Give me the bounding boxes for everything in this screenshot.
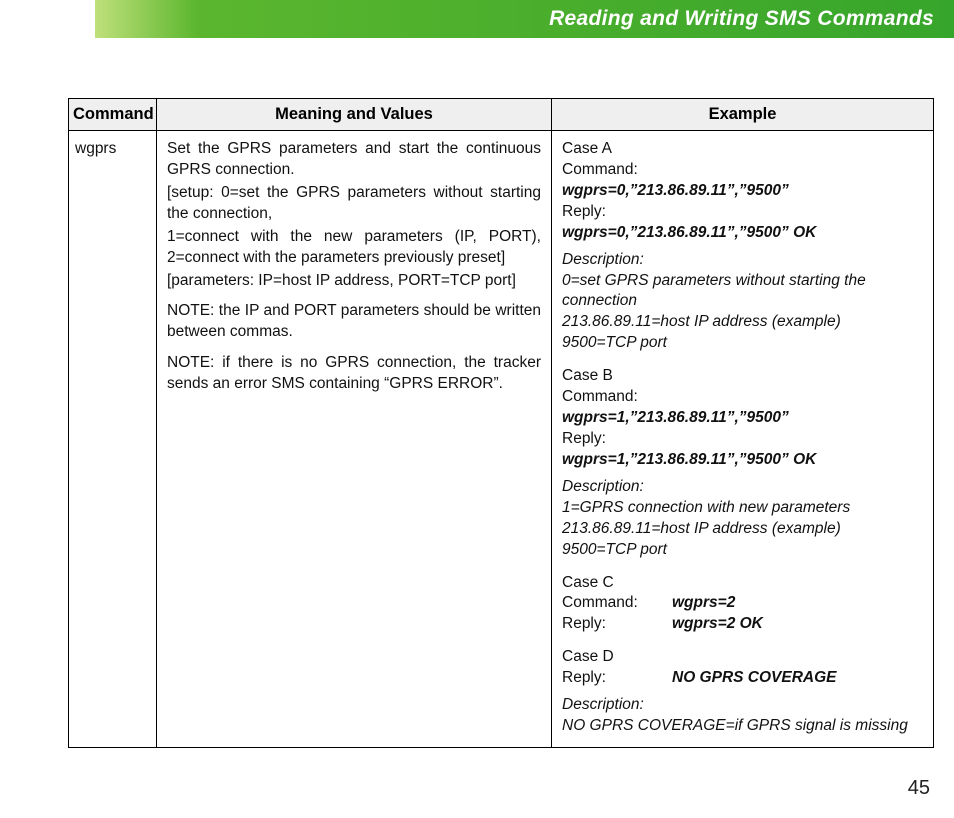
case-reply-label: Reply: xyxy=(562,202,923,223)
case-title: Case D xyxy=(562,647,923,668)
case-desc-line: 9500=TCP port xyxy=(562,540,923,561)
case-command-value: wgprs=0,”213.86.89.11”,”9500” xyxy=(562,181,923,202)
meaning-note: NOTE: if there is no GPRS connection, th… xyxy=(167,353,541,395)
cell-command: wgprs xyxy=(69,131,157,748)
case-command-label: Command: xyxy=(562,593,672,614)
case-desc-line: 9500=TCP port xyxy=(562,333,923,354)
case-desc-label: Description: xyxy=(562,250,923,271)
case-title: Case B xyxy=(562,366,923,387)
case-command-value: wgprs=1,”213.86.89.11”,”9500” xyxy=(562,408,923,429)
case-desc-label: Description: xyxy=(562,695,923,716)
page-header: Reading and Writing SMS Commands xyxy=(0,0,954,38)
case-command-label: Command: xyxy=(562,387,923,408)
case-c: Case C Command: wgprs=2 Reply: wgprs=2 O… xyxy=(562,573,923,636)
table-row: wgprs Set the GPRS parameters and start … xyxy=(69,131,934,748)
case-desc-label: Description: xyxy=(562,477,923,498)
case-desc-line: 0=set GPRS parameters without starting t… xyxy=(562,271,923,313)
case-title: Case C xyxy=(562,573,923,594)
case-title: Case A xyxy=(562,139,923,160)
case-command-value: wgprs=2 xyxy=(672,593,735,614)
col-header-meaning: Meaning and Values xyxy=(157,99,552,131)
case-command-label: Command: xyxy=(562,160,923,181)
meaning-line: Set the GPRS parameters and start the co… xyxy=(167,139,541,181)
meaning-line: [parameters: IP=host IP address, PORT=TC… xyxy=(167,271,541,292)
case-reply-label: Reply: xyxy=(562,429,923,450)
header-title: Reading and Writing SMS Commands xyxy=(549,7,934,31)
case-desc-line: NO GPRS COVERAGE=if GPRS signal is missi… xyxy=(562,716,923,737)
case-b: Case B Command: wgprs=1,”213.86.89.11”,”… xyxy=(562,366,923,560)
case-reply-label: Reply: xyxy=(562,668,672,689)
page-content: Command Meaning and Values Example wgprs… xyxy=(0,38,954,748)
commands-table: Command Meaning and Values Example wgprs… xyxy=(68,98,934,748)
cell-example: Case A Command: wgprs=0,”213.86.89.11”,”… xyxy=(552,131,934,748)
case-reply-value: wgprs=0,”213.86.89.11”,”9500” OK xyxy=(562,223,923,244)
meaning-line: [setup: 0=set the GPRS parameters withou… xyxy=(167,183,541,225)
case-command-row: Command: wgprs=2 xyxy=(562,593,923,614)
meaning-line: 1=connect with the new parameters (IP, P… xyxy=(167,227,541,269)
case-reply-value: wgprs=2 OK xyxy=(672,614,763,635)
case-a: Case A Command: wgprs=0,”213.86.89.11”,”… xyxy=(562,139,923,354)
col-header-example: Example xyxy=(552,99,934,131)
page-number: 45 xyxy=(908,777,930,800)
case-reply-label: Reply: xyxy=(562,614,672,635)
table-header-row: Command Meaning and Values Example xyxy=(69,99,934,131)
case-desc-line: 1=GPRS connection with new parameters xyxy=(562,498,923,519)
case-reply-value: wgprs=1,”213.86.89.11”,”9500” OK xyxy=(562,450,923,471)
col-header-command: Command xyxy=(69,99,157,131)
case-reply-value: NO GPRS COVERAGE xyxy=(672,668,837,689)
case-reply-row: Reply: wgprs=2 OK xyxy=(562,614,923,635)
header-banner: Reading and Writing SMS Commands xyxy=(95,0,954,38)
meaning-note: NOTE: the IP and PORT parameters should … xyxy=(167,301,541,343)
header-curve xyxy=(55,0,135,38)
case-desc-line: 213.86.89.11=host IP address (example) xyxy=(562,519,923,540)
case-d: Case D Reply: NO GPRS COVERAGE Descripti… xyxy=(562,647,923,737)
case-reply-row: Reply: NO GPRS COVERAGE xyxy=(562,668,923,689)
cell-meaning: Set the GPRS parameters and start the co… xyxy=(157,131,552,748)
case-desc-line: 213.86.89.11=host IP address (example) xyxy=(562,312,923,333)
